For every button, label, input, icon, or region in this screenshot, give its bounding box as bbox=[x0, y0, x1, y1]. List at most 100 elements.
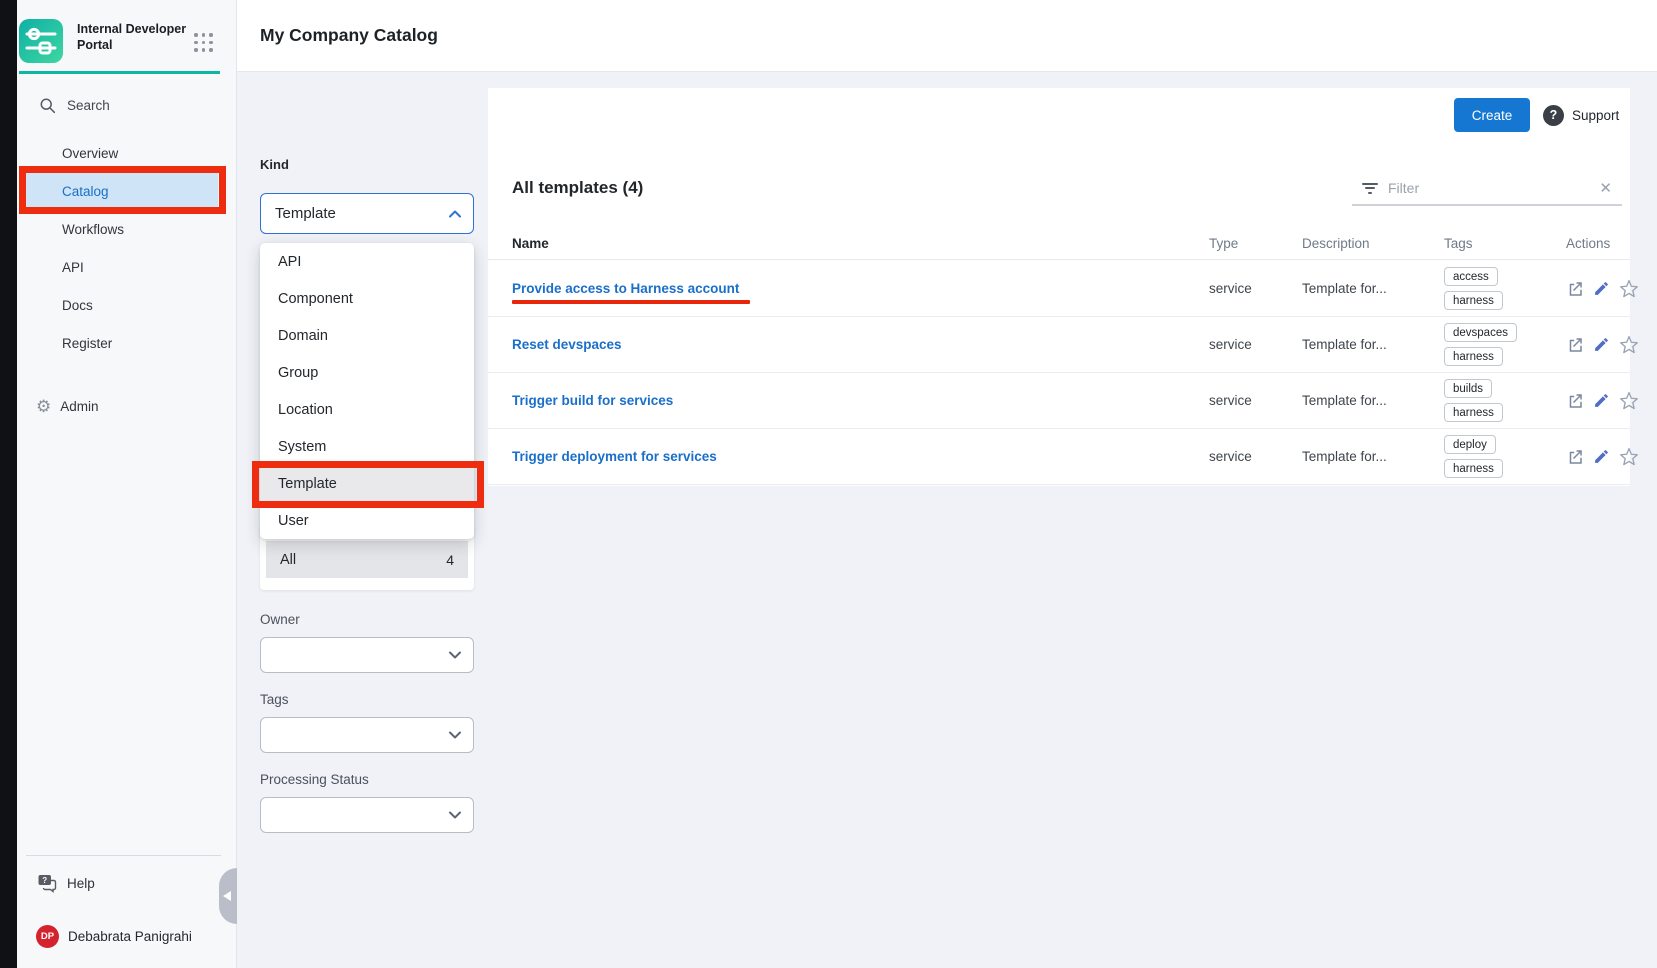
annotation-underline-red bbox=[512, 300, 750, 304]
user-name: Debabrata Panigrahi bbox=[68, 929, 192, 944]
kind-option-user[interactable]: User bbox=[260, 502, 474, 539]
tags-label: Tags bbox=[260, 692, 289, 707]
clear-filter-icon[interactable]: ✕ bbox=[1595, 179, 1616, 197]
tag-pill: devspaces bbox=[1444, 323, 1517, 342]
kind-option-location[interactable]: Location bbox=[260, 391, 474, 428]
sidebar-item-docs[interactable]: Docs bbox=[26, 286, 218, 324]
page-title: My Company Catalog bbox=[260, 25, 438, 46]
sidebar-item-workflows[interactable]: Workflows bbox=[26, 210, 218, 248]
star-icon[interactable] bbox=[1619, 447, 1639, 467]
create-button[interactable]: Create bbox=[1454, 98, 1530, 132]
tag-pill: harness bbox=[1444, 403, 1503, 422]
search-label: Search bbox=[67, 98, 110, 113]
idp-logo-icon bbox=[19, 19, 63, 63]
templates-card: Create ? Support All templates (4) ✕ Nam… bbox=[488, 88, 1630, 486]
description-cell: Template for... bbox=[1302, 449, 1444, 464]
star-icon[interactable] bbox=[1619, 335, 1639, 355]
sidebar-item-overview[interactable]: Overview bbox=[26, 134, 218, 172]
owner-select[interactable] bbox=[260, 637, 474, 673]
type-cell: service bbox=[1209, 449, 1302, 464]
brand-title: Internal Developer Portal bbox=[77, 21, 195, 54]
tag-pill: deploy bbox=[1444, 435, 1496, 454]
kind-option-template[interactable]: Template bbox=[260, 465, 474, 502]
tag-pill: access bbox=[1444, 267, 1498, 286]
help-button[interactable]: ? Help bbox=[37, 868, 95, 898]
screen: Internal Developer Portal Search Overvie… bbox=[0, 0, 1657, 968]
type-cell: service bbox=[1209, 337, 1302, 352]
sidebar-nav: Overview Catalog Workflows API Docs Regi… bbox=[26, 134, 218, 362]
svg-text:?: ? bbox=[42, 876, 47, 885]
tag-pill: harness bbox=[1444, 459, 1503, 478]
col-name: Name bbox=[512, 236, 1209, 251]
sidebar-search[interactable]: Search bbox=[39, 92, 110, 118]
support-button[interactable]: ? Support bbox=[1543, 102, 1619, 128]
sidebar-divider bbox=[26, 855, 221, 856]
kind-option-group[interactable]: Group bbox=[260, 354, 474, 391]
star-icon[interactable] bbox=[1619, 279, 1639, 299]
app-switcher-icon[interactable] bbox=[194, 33, 213, 52]
sidebar-collapse-handle[interactable] bbox=[219, 868, 237, 924]
chevron-up-icon bbox=[449, 210, 461, 218]
row-name-link[interactable]: Trigger deployment for services bbox=[512, 449, 717, 464]
question-circle-icon: ? bbox=[1543, 105, 1564, 126]
edit-pencil-icon[interactable] bbox=[1593, 448, 1610, 465]
sidebar-item-register[interactable]: Register bbox=[26, 324, 218, 362]
open-in-new-icon[interactable] bbox=[1566, 336, 1584, 354]
kind-option-domain[interactable]: Domain bbox=[260, 317, 474, 354]
sidebar: Internal Developer Portal Search Overvie… bbox=[17, 0, 237, 968]
open-in-new-icon[interactable] bbox=[1566, 448, 1584, 466]
tags-select[interactable] bbox=[260, 717, 474, 753]
row-name-link[interactable]: Trigger build for services bbox=[512, 393, 673, 408]
edit-pencil-icon[interactable] bbox=[1593, 280, 1610, 297]
type-cell: service bbox=[1209, 281, 1302, 296]
type-cell: service bbox=[1209, 393, 1302, 408]
description-cell: Template for... bbox=[1302, 281, 1444, 296]
table-filter: ✕ bbox=[1352, 172, 1622, 206]
open-in-new-icon[interactable] bbox=[1566, 392, 1584, 410]
processing-status-label: Processing Status bbox=[260, 772, 369, 787]
table-row: Provide access to Harness account servic… bbox=[488, 261, 1630, 317]
col-tags: Tags bbox=[1444, 236, 1566, 251]
table-header: Name Type Description Tags Actions bbox=[488, 228, 1630, 260]
table-body: Provide access to Harness account servic… bbox=[488, 261, 1630, 485]
table-row: Trigger deployment for services service … bbox=[488, 429, 1630, 485]
kind-select[interactable]: Template bbox=[260, 193, 474, 234]
tag-pill: builds bbox=[1444, 379, 1492, 398]
left-edge-strip bbox=[0, 0, 17, 968]
sidebar-item-catalog[interactable]: Catalog bbox=[26, 173, 218, 209]
table-row: Reset devspaces service Template for... … bbox=[488, 317, 1630, 373]
kind-select-value: Template bbox=[275, 205, 449, 222]
avatar: DP bbox=[36, 925, 59, 948]
table-row: Trigger build for services service Templ… bbox=[488, 373, 1630, 429]
processing-status-select[interactable] bbox=[260, 797, 474, 833]
brand[interactable]: Internal Developer Portal bbox=[19, 19, 225, 65]
kind-option-api[interactable]: API bbox=[260, 243, 474, 280]
tag-pill: harness bbox=[1444, 347, 1503, 366]
templates-title: All templates (4) bbox=[512, 178, 643, 198]
sidebar-item-admin[interactable]: ⚙ Admin bbox=[26, 388, 218, 424]
description-cell: Template for... bbox=[1302, 337, 1444, 352]
row-name-link[interactable]: Reset devspaces bbox=[512, 337, 622, 352]
collapse-arrow-icon bbox=[223, 891, 231, 901]
owner-label: Owner bbox=[260, 612, 300, 627]
col-type: Type bbox=[1209, 236, 1302, 251]
open-in-new-icon[interactable] bbox=[1566, 280, 1584, 298]
brand-accent-divider bbox=[19, 71, 220, 74]
edit-pencil-icon[interactable] bbox=[1593, 336, 1610, 353]
filter-icon bbox=[1362, 183, 1378, 194]
kind-option-system[interactable]: System bbox=[260, 428, 474, 465]
search-icon bbox=[39, 97, 56, 114]
help-chat-icon: ? bbox=[37, 873, 57, 893]
chevron-down-icon bbox=[449, 811, 461, 819]
edit-pencil-icon[interactable] bbox=[1593, 392, 1610, 409]
row-name-link[interactable]: Provide access to Harness account bbox=[512, 281, 739, 296]
col-description: Description bbox=[1302, 236, 1444, 251]
sidebar-item-api[interactable]: API bbox=[26, 248, 218, 286]
chevron-down-icon bbox=[449, 651, 461, 659]
kind-option-component[interactable]: Component bbox=[260, 280, 474, 317]
filter-input[interactable] bbox=[1388, 180, 1585, 196]
page-header: My Company Catalog bbox=[237, 0, 1657, 72]
kind-all-row[interactable]: All 4 bbox=[266, 541, 468, 578]
user-menu[interactable]: DP Debabrata Panigrahi bbox=[36, 922, 192, 950]
star-icon[interactable] bbox=[1619, 391, 1639, 411]
